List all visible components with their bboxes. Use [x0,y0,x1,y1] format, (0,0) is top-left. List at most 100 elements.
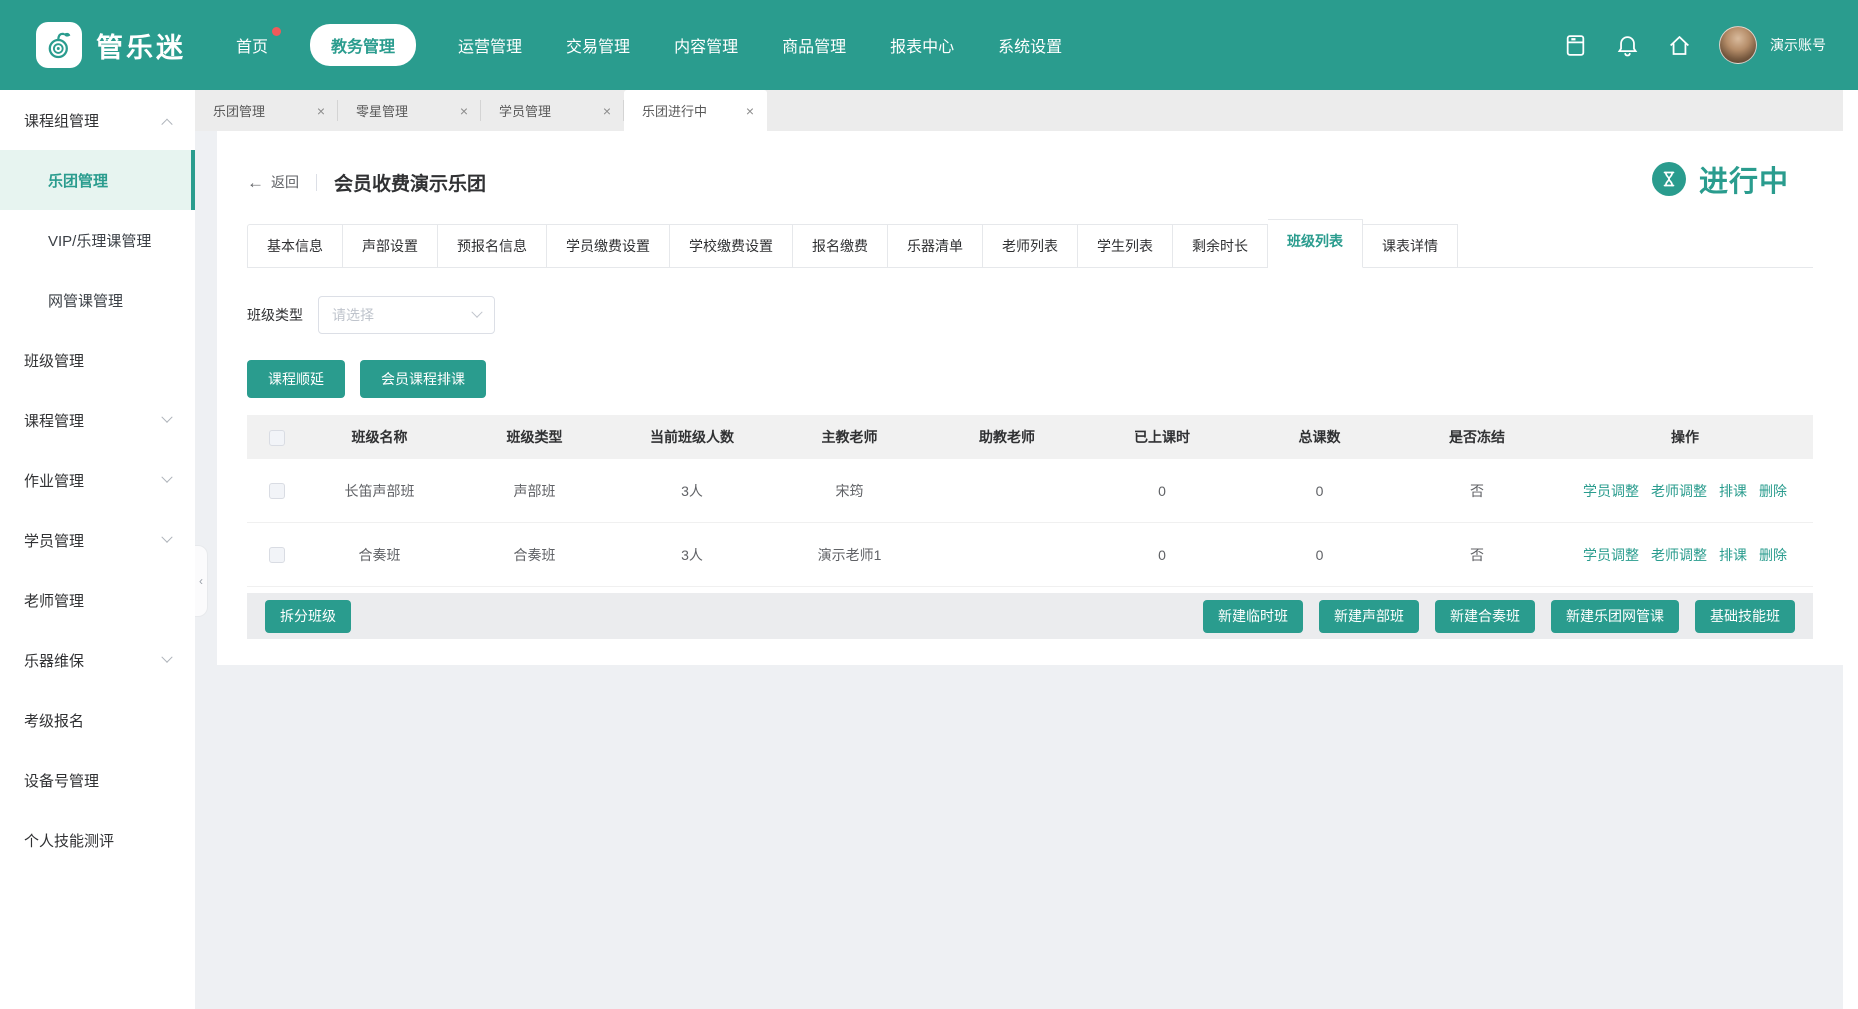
course-postpone-button[interactable]: 课程顺延 [247,360,345,398]
sidebar-item-online-course-mgmt[interactable]: 网管课管理 [0,270,195,330]
delete-link[interactable]: 删除 [1759,545,1787,565]
cell-hours-taken: 0 [1082,547,1242,563]
back-arrow-icon: ← [247,174,264,191]
adjust-teachers-link[interactable]: 老师调整 [1651,545,1707,565]
col-total-lessons: 总课数 [1242,427,1397,447]
sidebar-item-homework-mgmt[interactable]: 作业管理 [0,450,195,510]
member-course-schedule-button[interactable]: 会员课程排课 [360,360,486,398]
document-icon[interactable] [1563,33,1588,58]
class-type-select[interactable]: 请选择 [318,296,495,334]
nav-item-transactions[interactable]: 交易管理 [564,24,632,66]
close-icon[interactable]: × [746,104,754,118]
chevron-down-icon [161,472,172,483]
new-ensemble-class-button[interactable]: 新建合奏班 [1435,600,1535,633]
main-content: ← 返回 会员收费演示乐团 进行中 基本信息 声部设置 预报名信息 学员缴费设置… [217,131,1843,665]
sidebar-item-teacher-mgmt[interactable]: 老师管理 [0,570,195,630]
sidebar-item-student-mgmt[interactable]: 学员管理 [0,510,195,570]
nav-item-operations[interactable]: 运营管理 [456,24,524,66]
tab-registration-payment[interactable]: 报名缴费 [793,224,888,268]
new-orchestra-online-course-button[interactable]: 新建乐团网管课 [1551,600,1679,633]
navbar-right: 演示账号 [1563,26,1826,64]
class-type-label: 班级类型 [247,305,303,325]
sidebar-item-course-mgmt[interactable]: 课程管理 [0,390,195,450]
chevron-up-icon [161,119,172,130]
open-tab-orchestra-ongoing[interactable]: 乐团进行中 × [624,90,767,131]
cell-class-type: 合奏班 [452,545,617,565]
col-current-size: 当前班级人数 [617,427,767,447]
tab-schedule-details[interactable]: 课表详情 [1363,224,1458,268]
col-class-name: 班级名称 [307,427,452,447]
tab-remaining-hours[interactable]: 剩余时长 [1173,224,1268,268]
sidebar: 课程组管理 乐团管理 VIP/乐理课管理 网管课管理 班级管理 课程管理 作业管… [0,90,195,1009]
app-root: 管乐迷 首页 教务管理 运营管理 交易管理 内容管理 商品管理 报表中心 系统设… [0,0,1858,1009]
adjust-teachers-link[interactable]: 老师调整 [1651,481,1707,501]
tab-student-list[interactable]: 学生列表 [1078,224,1173,268]
tab-section-settings[interactable]: 声部设置 [343,224,438,268]
home-icon[interactable] [1667,33,1692,58]
close-icon[interactable]: × [603,104,611,118]
row-checkbox[interactable] [269,547,285,563]
sidebar-item-instrument-maintenance[interactable]: 乐器维保 [0,630,195,690]
split-class-button[interactable]: 拆分班级 [265,600,351,633]
sidebar-item-exam-registration[interactable]: 考级报名 [0,690,195,750]
nav-item-academic[interactable]: 教务管理 [310,24,416,66]
cell-class-name: 合奏班 [307,545,452,565]
sidebar-collapse-handle[interactable]: ‹ [195,545,208,617]
chevron-down-icon [161,532,172,543]
tab-instrument-list[interactable]: 乐器清单 [888,224,983,268]
tab-teacher-list[interactable]: 老师列表 [983,224,1078,268]
close-icon[interactable]: × [460,104,468,118]
new-temp-class-button[interactable]: 新建临时班 [1203,600,1303,633]
nav-item-home[interactable]: 首页 [234,24,270,66]
select-all-checkbox[interactable] [269,430,285,446]
tab-class-list[interactable]: 班级列表 [1268,219,1363,268]
tab-pre-registration[interactable]: 预报名信息 [438,224,547,268]
filter-row: 班级类型 请选择 [247,296,1813,334]
sidebar-item-vip-theory-mgmt[interactable]: VIP/乐理课管理 [0,210,195,270]
open-tab-sporadic-mgmt[interactable]: 零星管理 × [338,90,481,131]
nav-item-settings[interactable]: 系统设置 [996,24,1064,66]
nav-item-content[interactable]: 内容管理 [672,24,740,66]
schedule-link[interactable]: 排课 [1719,481,1747,501]
tab-school-payment-settings[interactable]: 学校缴费设置 [670,224,793,268]
schedule-link[interactable]: 排课 [1719,545,1747,565]
tab-basic-info[interactable]: 基本信息 [247,224,343,268]
bell-icon[interactable] [1615,33,1640,58]
chevron-down-icon [471,307,482,318]
nav-item-reports[interactable]: 报表中心 [888,24,956,66]
user-avatar[interactable] [1719,26,1757,64]
cell-class-name: 长笛声部班 [307,481,452,501]
nav-item-products[interactable]: 商品管理 [780,24,848,66]
open-tab-student-mgmt[interactable]: 学员管理 × [481,90,624,131]
cell-hours-taken: 0 [1082,483,1242,499]
sidebar-item-skill-assessment[interactable]: 个人技能测评 [0,810,195,870]
col-frozen: 是否冻结 [1397,427,1557,447]
divider [316,174,317,191]
select-placeholder: 请选择 [332,305,374,325]
col-main-teacher: 主教老师 [767,427,932,447]
sidebar-item-class-mgmt[interactable]: 班级管理 [0,330,195,390]
col-assistant-teacher: 助教老师 [932,427,1082,447]
adjust-students-link[interactable]: 学员调整 [1583,545,1639,565]
cell-class-type: 声部班 [452,481,617,501]
cell-total-lessons: 0 [1242,483,1397,499]
new-section-class-button[interactable]: 新建声部班 [1319,600,1419,633]
sidebar-item-course-group-mgmt[interactable]: 课程组管理 [0,90,195,150]
row-checkbox[interactable] [269,483,285,499]
sidebar-item-orchestra-mgmt[interactable]: 乐团管理 [0,150,195,210]
delete-link[interactable]: 删除 [1759,481,1787,501]
top-navbar: 管乐迷 首页 教务管理 运营管理 交易管理 内容管理 商品管理 报表中心 系统设… [0,0,1858,90]
tab-student-payment-settings[interactable]: 学员缴费设置 [547,224,670,268]
close-icon[interactable]: × [317,104,325,118]
basic-skills-class-button[interactable]: 基础技能班 [1695,600,1795,633]
open-tab-orchestra-mgmt[interactable]: 乐团管理 × [195,90,338,131]
page-background [217,665,1843,1009]
table-row: 合奏班 合奏班 3人 演示老师1 0 0 否 学员调整 老师调整 排课 删除 [247,523,1813,587]
scrollbar-track[interactable] [1843,90,1858,1009]
col-class-type: 班级类型 [452,427,617,447]
brand[interactable]: 管乐迷 [36,22,186,68]
col-actions: 操作 [1557,427,1813,447]
adjust-students-link[interactable]: 学员调整 [1583,481,1639,501]
back-button[interactable]: ← 返回 [247,172,299,192]
sidebar-item-device-mgmt[interactable]: 设备号管理 [0,750,195,810]
